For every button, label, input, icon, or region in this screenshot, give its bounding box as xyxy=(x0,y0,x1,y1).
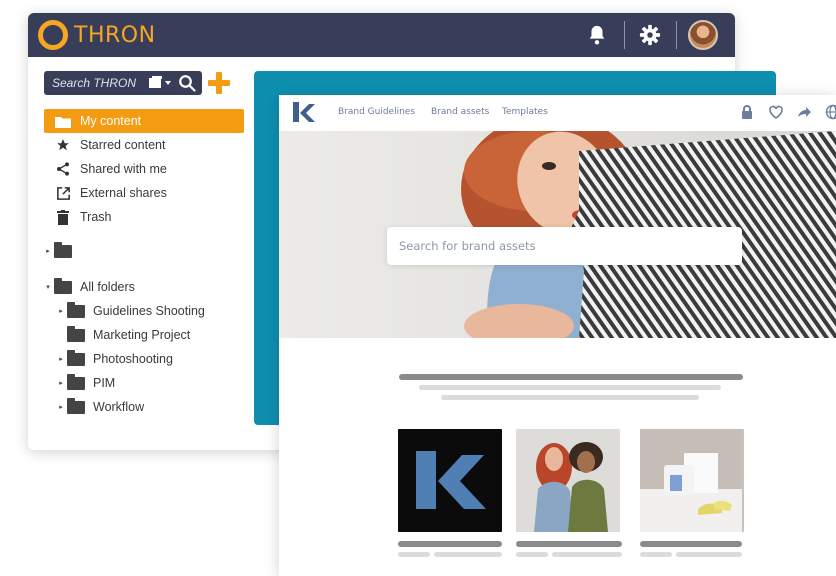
gear-icon[interactable] xyxy=(639,24,661,46)
logo-ring-icon xyxy=(38,20,68,50)
nav-link-brand-assets[interactable]: Brand assets xyxy=(431,107,489,117)
caption-placeholder-line xyxy=(676,552,742,557)
caption-placeholder-line xyxy=(640,552,672,557)
sidebar-item-label: My content xyxy=(80,114,142,128)
sidebar-item-label: Shared with me xyxy=(80,162,167,176)
tree-label: All folders xyxy=(80,280,135,294)
tree-row-folder[interactable]: ▸ Workflow xyxy=(44,395,264,419)
nav-link-brand-guidelines[interactable]: Brand Guidelines xyxy=(338,107,415,117)
add-content-button[interactable] xyxy=(206,70,232,96)
folder-icon xyxy=(67,301,85,318)
caption-placeholder-line xyxy=(434,552,502,557)
brand-asset-search-input[interactable] xyxy=(387,227,742,265)
globe-icon[interactable] xyxy=(825,104,836,120)
asset-tile-brand-logo[interactable] xyxy=(398,429,502,532)
folder-icon xyxy=(67,325,85,342)
expand-caret-icon[interactable]: ▸ xyxy=(57,379,65,387)
sidebar-item-my-content[interactable]: My content xyxy=(44,109,244,133)
expand-caret-icon[interactable]: ▸ xyxy=(57,355,65,363)
product-photo-illustration xyxy=(640,429,742,532)
content-type-dropdown-icon[interactable] xyxy=(148,76,172,90)
folder-tree: ▸ ▾ All folders ▸ Guidelines Shooting Ma… xyxy=(44,239,264,419)
tree-row-folder[interactable]: ▸ Photoshooting xyxy=(44,347,264,371)
header-divider xyxy=(676,21,677,49)
tree-label: Workflow xyxy=(93,400,145,414)
search-icon[interactable] xyxy=(178,74,196,92)
folder-icon xyxy=(67,397,85,414)
share-arrow-icon[interactable] xyxy=(796,104,812,120)
caption-placeholder-line xyxy=(552,552,622,557)
external-link-icon xyxy=(56,186,70,200)
folder-icon xyxy=(67,373,85,390)
caption-placeholder-line xyxy=(398,541,502,547)
brand-logo-tile-icon xyxy=(416,451,486,509)
trash-icon xyxy=(57,209,69,225)
expand-caret-icon[interactable]: ▸ xyxy=(57,307,65,315)
caption-placeholder-line xyxy=(398,552,430,557)
tree-row-folder[interactable]: ▸ PIM xyxy=(44,371,264,395)
asset-tile-models-photo[interactable] xyxy=(516,429,620,532)
sidebar-item-label: Trash xyxy=(80,210,112,224)
lock-icon[interactable] xyxy=(739,104,755,120)
caption-placeholder-line xyxy=(640,541,742,547)
search-input[interactable] xyxy=(44,71,140,95)
sidebar-item-external-shares[interactable]: External shares xyxy=(44,181,244,205)
hero-image xyxy=(279,131,836,338)
models-photo-illustration xyxy=(516,429,620,532)
folder-icon xyxy=(54,277,72,294)
sidebar-nav: My content Starred content Shared with m… xyxy=(44,109,244,229)
folder-lock-icon xyxy=(54,241,72,258)
folder-icon xyxy=(55,116,71,128)
thron-logo[interactable]: THRON xyxy=(38,20,156,50)
search-bar xyxy=(44,71,202,95)
tree-row-all-folders[interactable]: ▾ All folders xyxy=(44,275,264,299)
tree-row-folder[interactable]: ▸ Guidelines Shooting xyxy=(44,299,264,323)
expand-caret-icon[interactable]: ▸ xyxy=(44,247,52,255)
sidebar-item-starred[interactable]: Starred content xyxy=(44,133,244,157)
text-placeholder-line xyxy=(419,385,721,390)
tree-label: PIM xyxy=(93,376,116,390)
text-placeholder-line xyxy=(441,395,699,400)
nav-link-templates[interactable]: Templates xyxy=(502,107,548,117)
sidebar-item-label: External shares xyxy=(80,186,167,200)
bell-icon[interactable] xyxy=(586,24,608,46)
brand-logo-icon[interactable] xyxy=(291,102,317,124)
caption-placeholder-line xyxy=(516,552,548,557)
portal-nav: Brand Guidelines Brand assets Templates xyxy=(279,95,836,131)
star-icon xyxy=(57,139,69,151)
brand-portal-window: Brand Guidelines Brand assets Templates xyxy=(279,95,836,576)
expand-caret-icon[interactable]: ▸ xyxy=(57,403,65,411)
collapse-caret-icon[interactable]: ▾ xyxy=(44,283,52,291)
app-header: THRON xyxy=(28,13,735,57)
tree-row-folder[interactable]: Marketing Project xyxy=(44,323,264,347)
sidebar-item-shared-with-me[interactable]: Shared with me xyxy=(44,157,244,181)
heart-icon[interactable] xyxy=(768,104,784,120)
tree-label: Photoshooting xyxy=(93,352,173,366)
logo-text: THRON xyxy=(74,22,156,48)
tree-label: Guidelines Shooting xyxy=(93,304,205,318)
sidebar-item-trash[interactable]: Trash xyxy=(44,205,244,229)
asset-tile-product-photo[interactable] xyxy=(640,429,744,532)
caption-placeholder-line xyxy=(516,541,622,547)
header-divider xyxy=(624,21,625,49)
tree-row-shared-folder[interactable]: ▸ xyxy=(44,239,264,263)
text-placeholder-line xyxy=(399,374,743,380)
share-icon xyxy=(57,162,69,176)
sidebar-item-label: Starred content xyxy=(80,138,166,152)
user-avatar[interactable] xyxy=(688,20,718,50)
tree-label: Marketing Project xyxy=(93,328,191,342)
folder-icon xyxy=(67,349,85,366)
